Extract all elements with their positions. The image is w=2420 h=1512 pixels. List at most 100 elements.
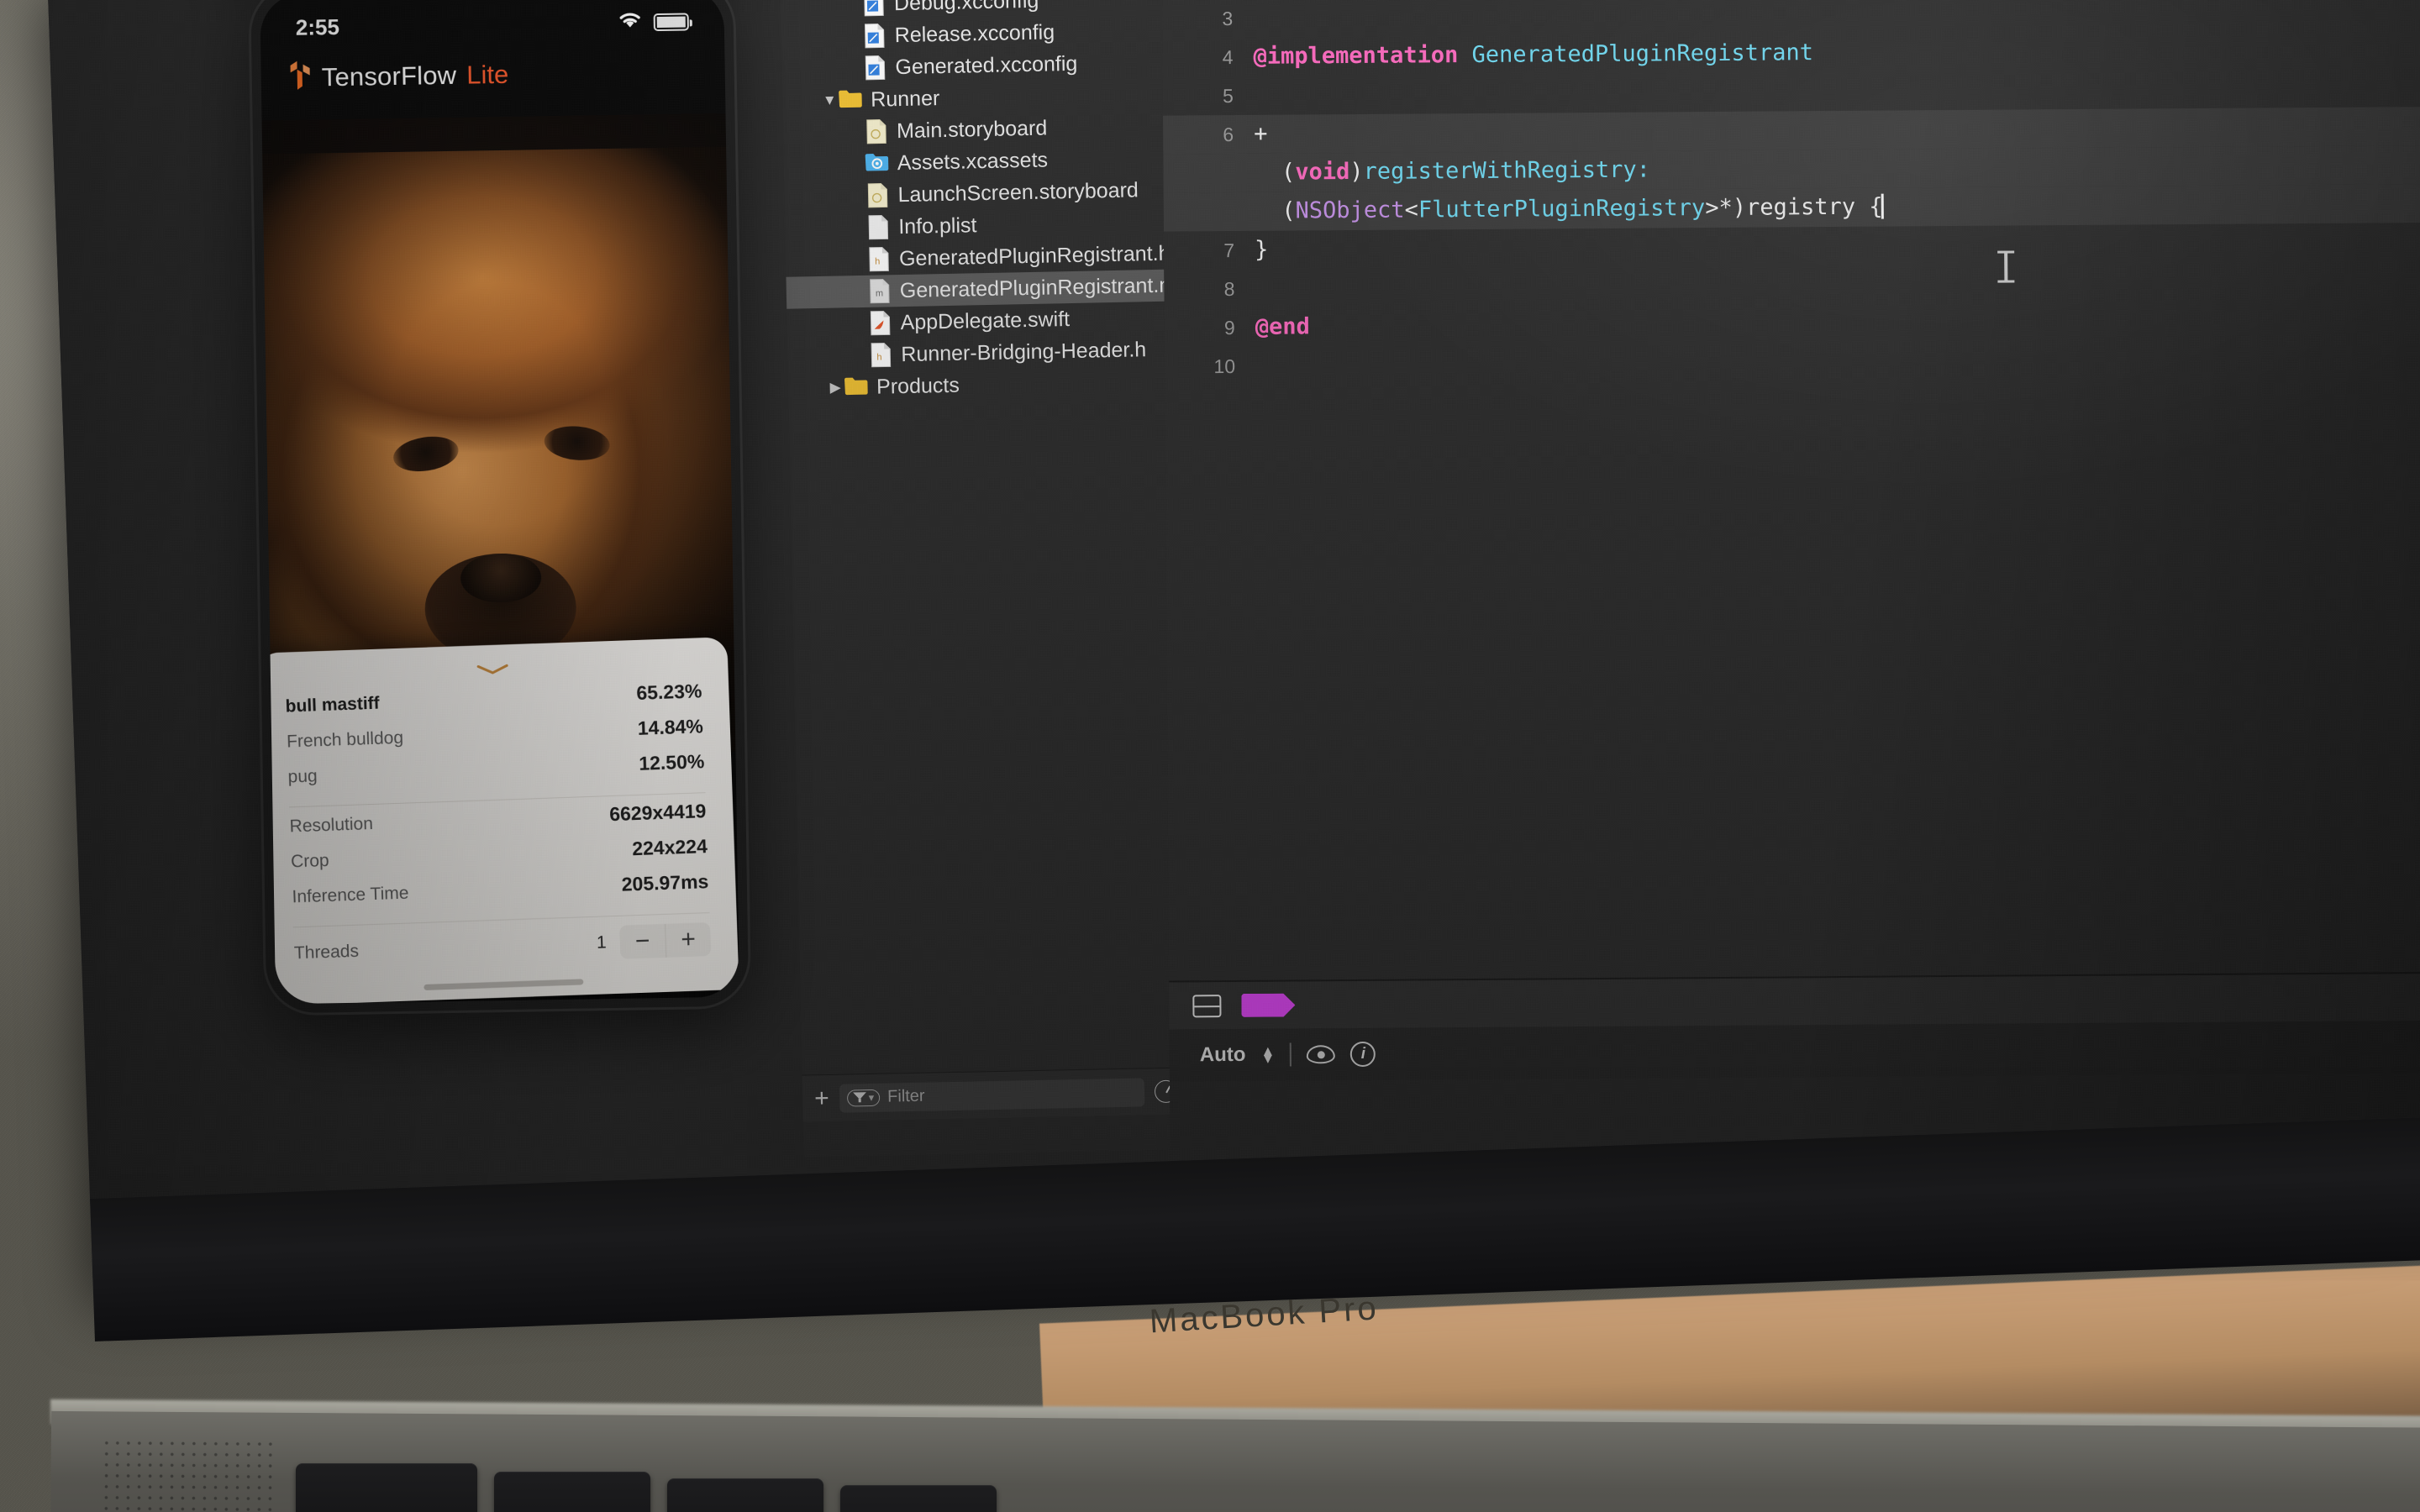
code-line-text: @end <box>1255 313 1310 340</box>
laptop-lid: ▼Runner▼Flutter AppFrameworkInfo.plistDe… <box>45 0 2420 1341</box>
svg-text:h: h <box>876 353 881 363</box>
laptop-display: ▼Runner▼Flutter AppFrameworkInfo.plistDe… <box>45 0 2420 1200</box>
objc-file-icon: m <box>867 278 893 304</box>
info-icon[interactable]: i <box>1350 1041 1376 1068</box>
brand-secondary-label: Lite <box>466 59 509 90</box>
header-file-icon: h <box>866 246 892 272</box>
xcassets-icon <box>865 150 891 176</box>
row-value: 205.97ms <box>621 870 709 895</box>
row-value: 65.23% <box>635 680 702 704</box>
row-value: 224x224 <box>631 835 708 860</box>
threads-control-row: Threads 1 − + <box>293 920 712 973</box>
brand-primary-label: TensorFlow <box>321 60 457 92</box>
debug-bar <box>1169 971 2420 1030</box>
navigator-item-label: Debug.xcconfig <box>893 0 1039 15</box>
navigator-item-label: LaunchScreen.storyboard <box>897 177 1139 207</box>
app-brand-header: TensorFlow Lite <box>286 58 508 94</box>
iphone-screen: 2:55 TensorFlow Lite bull mastiff 65.23%… <box>260 0 740 1005</box>
row-label: Crop <box>290 850 330 872</box>
status-indicators <box>617 8 689 35</box>
line-number <box>1163 154 1234 155</box>
navigator-file-tree[interactable]: ▼Runner▼Flutter AppFrameworkInfo.plistDe… <box>778 0 1222 1087</box>
line-number: 10 <box>1213 354 1236 378</box>
threads-label: Threads <box>293 941 360 963</box>
code-line-text: @implementation GeneratedPluginRegistran… <box>1253 39 1814 70</box>
row-label: Inference Time <box>292 883 409 907</box>
plist-file-icon <box>865 214 892 240</box>
xcconfig-file-icon <box>862 55 888 81</box>
navigator-item-label: Runner <box>870 86 940 112</box>
svg-text:m: m <box>876 288 883 298</box>
line-number: 8 <box>1223 277 1235 301</box>
wifi-icon <box>617 9 644 35</box>
row-label: pug <box>287 766 318 787</box>
svg-text:h: h <box>875 257 880 267</box>
row-value: 12.50% <box>638 750 705 774</box>
chevron-updown-icon[interactable]: ▲ ▼ <box>1260 1043 1275 1067</box>
xcode-window: ▼Runner▼Flutter AppFrameworkInfo.plistDe… <box>45 0 2420 1200</box>
storyboard-file-icon <box>864 118 890 144</box>
navigator-item-label: GeneratedPluginRegistrant.m <box>899 272 1177 302</box>
navigator-item-label: Release.xcconfig <box>894 19 1055 47</box>
ios-status-bar: 2:55 <box>260 4 725 45</box>
line-number: 7 <box>1223 239 1235 262</box>
code-area[interactable]: 12#import "GeneratedPluginRegistrant.h"3… <box>1161 0 2420 981</box>
xcconfig-file-icon <box>861 0 887 17</box>
navigator-item-label: Runner-Bridging-Header.h <box>901 337 1147 366</box>
threads-increment-button[interactable]: + <box>665 922 712 958</box>
disclosure-right-icon[interactable]: ▶ <box>827 379 844 396</box>
console-icon[interactable] <box>1192 994 1222 1017</box>
home-indicator <box>424 979 584 990</box>
status-time: 2:55 <box>295 13 340 40</box>
navigator-item-label: Info.plist <box>898 213 977 239</box>
speaker-grille <box>100 1437 278 1512</box>
metrics-list: Resolution 6629x4419 Crop 224x224 Inference … <box>289 800 709 920</box>
add-file-button[interactable]: + <box>814 1084 829 1111</box>
code-line-text: } <box>1255 236 1269 263</box>
project-navigator: ▼Runner▼Flutter AppFrameworkInfo.plistDe… <box>777 0 1224 1158</box>
navigator-item-label: Assets.xcassets <box>897 148 1049 175</box>
code-line-text: (NSObject<FlutterPluginRegistry>*)regist… <box>1254 193 1884 224</box>
line-number: 6 <box>1223 123 1234 146</box>
storyboard-file-icon <box>865 182 891 208</box>
ios-simulator-window: iPhone 11 Pro Max – 14.0 <box>237 0 792 1033</box>
battery-icon <box>653 12 689 31</box>
results-bottom-sheet: bull mastiff 65.23% French bulldog 14.84% pu… <box>260 637 739 1005</box>
row-value: 14.84% <box>637 715 704 739</box>
threads-count: 1 <box>596 932 608 953</box>
navigator-item-label: Main.storyboard <box>896 116 1048 143</box>
row-label: bull mastiff <box>285 693 381 717</box>
line-number: 4 <box>1222 45 1234 69</box>
line-number: 5 <box>1222 84 1234 108</box>
auto-label[interactable]: Auto <box>1200 1043 1246 1067</box>
text-caret <box>1881 193 1884 219</box>
f1-key[interactable] <box>494 1472 650 1512</box>
navigator-item-label: AppDelegate.swift <box>900 307 1071 334</box>
tensorflow-logo-icon <box>286 60 312 94</box>
row-label: French bulldog <box>286 727 404 752</box>
navigator-filter-bar: + ▾ Filter +- <box>802 1066 1223 1122</box>
chevron-down-icon[interactable] <box>476 663 509 675</box>
macbook-pro-laptop: ▼Runner▼Flutter AppFrameworkInfo.plistDe… <box>0 0 2420 1512</box>
status-divider <box>1290 1042 1292 1067</box>
swift-file-icon <box>867 310 893 336</box>
line-number <box>1164 192 1234 193</box>
navigator-filter-field[interactable]: ▾ Filter <box>839 1077 1145 1113</box>
navigator-item-label: Generated.xcconfig <box>895 51 1078 79</box>
line-number: 9 <box>1223 316 1235 339</box>
breakpoint-icon[interactable] <box>1241 994 1295 1017</box>
f2-key[interactable] <box>667 1478 823 1512</box>
navigator-filter-label: Filter <box>886 1086 925 1106</box>
navigator-item-label: GeneratedPluginRegistrant.h <box>898 241 1171 270</box>
f3-key[interactable] <box>840 1485 997 1512</box>
disclosure-down-icon[interactable]: ▼ <box>821 92 838 109</box>
header-file-icon: h <box>868 342 894 368</box>
eye-icon[interactable] <box>1307 1045 1336 1064</box>
code-line-text: + <box>1254 120 1268 147</box>
row-label: Resolution <box>289 813 374 837</box>
esc-key[interactable]: esc <box>296 1463 477 1512</box>
threads-decrement-button[interactable]: − <box>619 924 666 959</box>
line-number: 3 <box>1222 7 1234 30</box>
editor-status-bar: Auto ▲ ▼ i <box>1169 1020 2420 1082</box>
filter-funnel-icon[interactable]: ▾ <box>846 1089 881 1107</box>
